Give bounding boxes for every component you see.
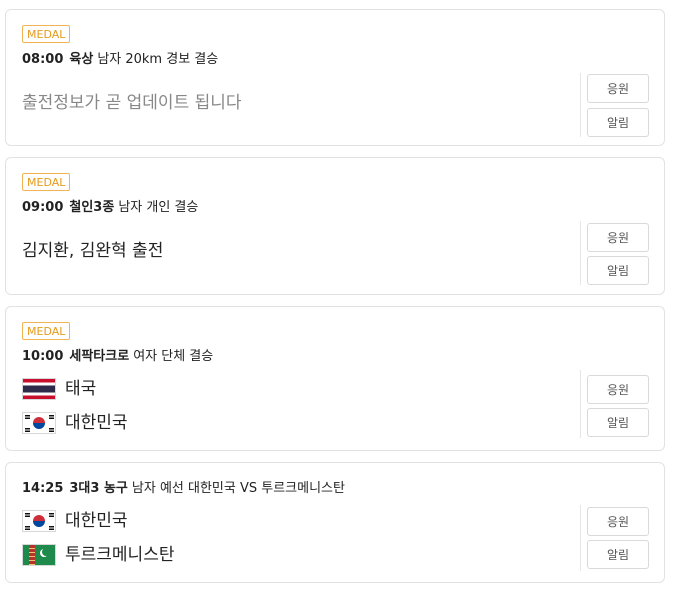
event-title: 14:25 3대3 농구 남자 예선 대한민국 VS 투르크메니스탄	[22, 481, 345, 497]
event-card: 14:25 3대3 농구 남자 예선 대한민국 VS 투르크메니스탄 대한민국 투르…	[5, 462, 665, 583]
team-name: 대한민국	[65, 511, 128, 531]
team-name: 태국	[65, 379, 97, 399]
event-time: 09:00	[22, 200, 64, 215]
event-detail: 여자 단체 결승	[133, 349, 214, 364]
event-detail: 남자 예선 대한민국 VS 투르크메니스탄	[131, 481, 345, 496]
alarm-button[interactable]: 알림	[587, 108, 649, 137]
team-row: 대한민국	[22, 410, 128, 436]
event-title: 08:00 육상 남자 20km 경보 결승	[22, 52, 218, 68]
event-sport: 육상	[69, 52, 94, 67]
divider	[580, 505, 581, 571]
team-row: 대한민국	[22, 508, 128, 534]
south-korea-flag-icon	[22, 510, 56, 532]
event-time: 14:25	[22, 481, 64, 496]
event-detail: 남자 20km 경보 결승	[97, 52, 219, 67]
thailand-flag-icon	[22, 378, 56, 400]
cheer-button[interactable]: 응원	[587, 375, 649, 404]
cheer-button[interactable]: 응원	[587, 74, 649, 103]
alarm-button[interactable]: 알림	[587, 408, 649, 437]
team-name: 대한민국	[65, 413, 128, 433]
cheer-button[interactable]: 응원	[587, 223, 649, 252]
medal-badge: MEDAL	[22, 173, 71, 191]
divider	[580, 370, 581, 438]
divider	[580, 221, 581, 285]
event-card: MEDAL 09:00 철인3종 남자 개인 결승 김지환, 김완혁 출전 응원 알…	[5, 157, 665, 295]
medal-badge: MEDAL	[22, 322, 71, 340]
event-sport: 철인3종	[69, 200, 115, 215]
event-sport: 3대3 농구	[69, 481, 128, 496]
south-korea-flag-icon	[22, 412, 56, 434]
entry-info: 출전정보가 곧 업데이트 됩니다	[22, 93, 242, 113]
entry-info: 김지환, 김완혁 출전	[22, 241, 164, 261]
event-time: 08:00	[22, 52, 64, 67]
event-sport: 세팍타크로	[69, 349, 130, 364]
event-time: 10:00	[22, 349, 64, 364]
alarm-button[interactable]: 알림	[587, 540, 649, 569]
turkmenistan-flag-icon	[22, 544, 56, 566]
team-name: 투르크메니스탄	[65, 545, 175, 565]
team-row: 투르크메니스탄	[22, 542, 174, 568]
cheer-button[interactable]: 응원	[587, 507, 649, 536]
team-row: 태국	[22, 376, 96, 402]
event-card: MEDAL 10:00 세팍타크로 여자 단체 결승 태국 대한민국 응원 알림	[5, 306, 665, 451]
alarm-button[interactable]: 알림	[587, 256, 649, 285]
divider	[580, 73, 581, 137]
event-title: 10:00 세팍타크로 여자 단체 결승	[22, 349, 213, 365]
medal-badge: MEDAL	[22, 25, 71, 43]
event-title: 09:00 철인3종 남자 개인 결승	[22, 200, 198, 216]
event-detail: 남자 개인 결승	[118, 200, 199, 215]
event-card: MEDAL 08:00 육상 남자 20km 경보 결승 출전정보가 곧 업데이트 …	[5, 9, 665, 146]
